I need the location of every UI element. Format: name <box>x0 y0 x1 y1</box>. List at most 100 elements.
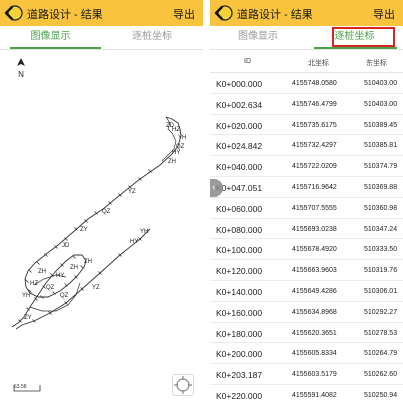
export-button[interactable]: 导出 <box>173 6 195 22</box>
stake-id-cell: K0+140.000 <box>216 286 263 297</box>
table-row[interactable]: K0+160.000 4155634.8968 510292.27 <box>210 302 403 323</box>
curve-point-label: YH <box>178 135 186 141</box>
northing-cell: 4155591.4082 <box>292 391 337 399</box>
app-header: 道路设计 - 结果 导出 <box>210 0 403 26</box>
curve-point-label: QZ <box>102 209 111 215</box>
stake-id-cell: K0+203.187 <box>216 370 263 381</box>
stake-id-cell: K0+002.634 <box>216 99 263 110</box>
stake-tick <box>25 279 29 283</box>
easting-cell: 510319.76 <box>364 267 398 275</box>
easting-cell: 510389.45 <box>364 121 398 129</box>
northing-cell: 4155748.0580 <box>292 80 337 87</box>
table-row[interactable]: K0+002.634 4155746.4799 510403.00 <box>210 94 403 115</box>
stake-id-cell: K0+180.000 <box>216 328 263 339</box>
table-row[interactable]: K0+040.000 4155722.0209 510374.79 <box>210 156 403 177</box>
tab-image-display[interactable]: 图像显示 <box>210 26 306 49</box>
table-row[interactable]: K0+080.000 4155693.0238 510347.24 <box>210 219 403 240</box>
stake-id-cell: K0+160.000 <box>216 307 263 318</box>
curve-point-label: ZH <box>168 159 176 165</box>
column-header-northing: 北坐标 <box>308 60 329 67</box>
curve-point-label: QZ <box>46 285 55 291</box>
active-tab-indicator <box>314 47 397 49</box>
northing-cell: 4155678.4920 <box>292 246 337 254</box>
stake-tick <box>80 265 84 269</box>
northing-cell: 4155603.5179 <box>292 371 337 379</box>
easting-cell: 510292.27 <box>364 308 398 316</box>
stake-id-cell: K0+060.000 <box>216 203 263 214</box>
easting-cell: 510360.98 <box>364 204 398 212</box>
northing-cell: 4155693.0238 <box>292 225 337 233</box>
export-button[interactable]: 导出 <box>373 6 395 22</box>
easting-cell: 510250.94 <box>364 391 398 399</box>
curve-point-label: ZH <box>84 259 92 265</box>
table-row[interactable]: K0+060.000 4155707.5555 510360.98 <box>210 198 403 219</box>
curve-point-label: QZ <box>60 293 69 299</box>
table-row[interactable]: K0+203.187 4155603.5179 510262.60 <box>210 364 403 385</box>
right-screen: 道路设计 - 结果 导出 图像显示 逐桩坐标 ID 北坐标 东坐标 K0+000… <box>210 0 403 400</box>
curve-point-label: ZH <box>38 269 46 275</box>
curve-point-label: HZ <box>30 281 38 287</box>
column-header-id: ID <box>244 58 251 65</box>
stake-id-cell: K0+000.000 <box>216 79 263 89</box>
table-row[interactable]: K0+200.000 4155605.8334 510264.79 <box>210 343 403 365</box>
table-row[interactable]: K0+100.000 4155678.4920 510333.50 <box>210 239 403 261</box>
page-title: 道路设计 - 结果 <box>237 9 313 21</box>
easting-cell: 510278.53 <box>364 329 398 337</box>
curve-point-label: ZY <box>80 227 88 233</box>
screen-divider <box>203 0 210 400</box>
stake-id-cell: K0+200.000 <box>216 349 263 360</box>
northing-cell: 4155634.8968 <box>292 308 337 316</box>
tab-stake-coordinates[interactable]: 逐桩坐标 <box>101 26 203 49</box>
northing-cell: 4155605.8334 <box>292 350 337 358</box>
table-row[interactable]: K0+220.000 4155591.4082 510250.94 <box>210 385 403 400</box>
scale-label: 63.58 <box>14 384 27 390</box>
road-plot-canvas[interactable]: N ZD HZ YH QZ HY ZH YZ QZ ZY JD ZH HZ YH QZ HY ZH ZH HY YH… <box>0 51 203 400</box>
stake-id-cell: K0+020.000 <box>216 120 263 131</box>
curve-point-label: HZ <box>172 127 180 133</box>
locate-button[interactable] <box>172 374 194 396</box>
stake-tick <box>72 255 76 259</box>
northing-cell: 4155746.4799 <box>292 100 337 108</box>
tab-bar: 图像显示 逐桩坐标 <box>0 26 203 50</box>
coordinate-table[interactable]: K0+000.000 4155748.0580 510403.00 K0+002.63… <box>210 73 403 400</box>
easting-cell: 510306.01 <box>364 287 398 295</box>
table-row[interactable]: K0+140.000 4155649.4286 510306.01 <box>210 281 403 302</box>
easting-cell: 510403.00 <box>364 80 398 87</box>
easting-cell: 510264.79 <box>364 350 398 358</box>
northing-cell: 4155620.3651 <box>292 329 337 337</box>
northing-cell: 4155663.9603 <box>292 267 337 275</box>
back-icon[interactable] <box>213 4 233 22</box>
table-row[interactable]: K0+000.000 4155748.0580 510403.00 <box>210 73 403 94</box>
curve-point-label: ZH <box>70 265 78 271</box>
northing-cell: 4155735.6175 <box>292 121 337 129</box>
back-icon[interactable] <box>3 4 23 22</box>
curve-point-label: YZ <box>92 285 100 291</box>
easting-cell: 510262.60 <box>364 371 398 379</box>
table-row[interactable]: K0+020.000 4155735.6175 510389.45 <box>210 115 403 136</box>
stake-tick <box>28 269 32 273</box>
table-row[interactable]: K0+120.000 4155663.9603 510319.76 <box>210 260 403 281</box>
northing-cell: 4155722.0209 <box>292 163 337 171</box>
curve-point-label: YH <box>22 293 30 299</box>
app-header: 道路设计 - 结果 导出 <box>0 0 203 26</box>
curve-point-label: ZY <box>24 315 32 321</box>
easting-cell: 510385.81 <box>364 142 398 150</box>
curve-point-label: HY <box>172 150 180 156</box>
northing-cell: 4155707.5555 <box>292 204 337 212</box>
page-title: 道路设计 - 结果 <box>27 9 103 21</box>
northing-cell: 4155732.4297 <box>292 142 337 150</box>
table-header: ID 北坐标 东坐标 <box>210 51 403 73</box>
curve-point-label: HY <box>130 239 138 245</box>
northing-cell: 4155649.4286 <box>292 287 337 295</box>
road-alignment-drawing: ZDHZYHQZHYZHYZQZZYJDZHHZYHQZHYZHZHHYYHYZ… <box>11 116 186 330</box>
stake-tick <box>36 261 40 265</box>
column-header-easting: 东坐标 <box>366 60 387 67</box>
highlight-annotation <box>332 27 395 47</box>
chevron-left-icon: ‹ <box>212 182 216 193</box>
table-row[interactable]: K0+024.842 4155732.4297 510385.81 <box>210 135 403 157</box>
table-row[interactable]: K0+047.051 4155716.9642 510369.88 <box>210 177 403 198</box>
table-row[interactable]: K0+180.000 4155620.3651 510278.53 <box>210 323 403 344</box>
tab-image-display[interactable]: 图像显示 <box>0 26 101 49</box>
active-tab-indicator <box>10 47 101 49</box>
easting-cell: 510403.00 <box>364 100 398 108</box>
